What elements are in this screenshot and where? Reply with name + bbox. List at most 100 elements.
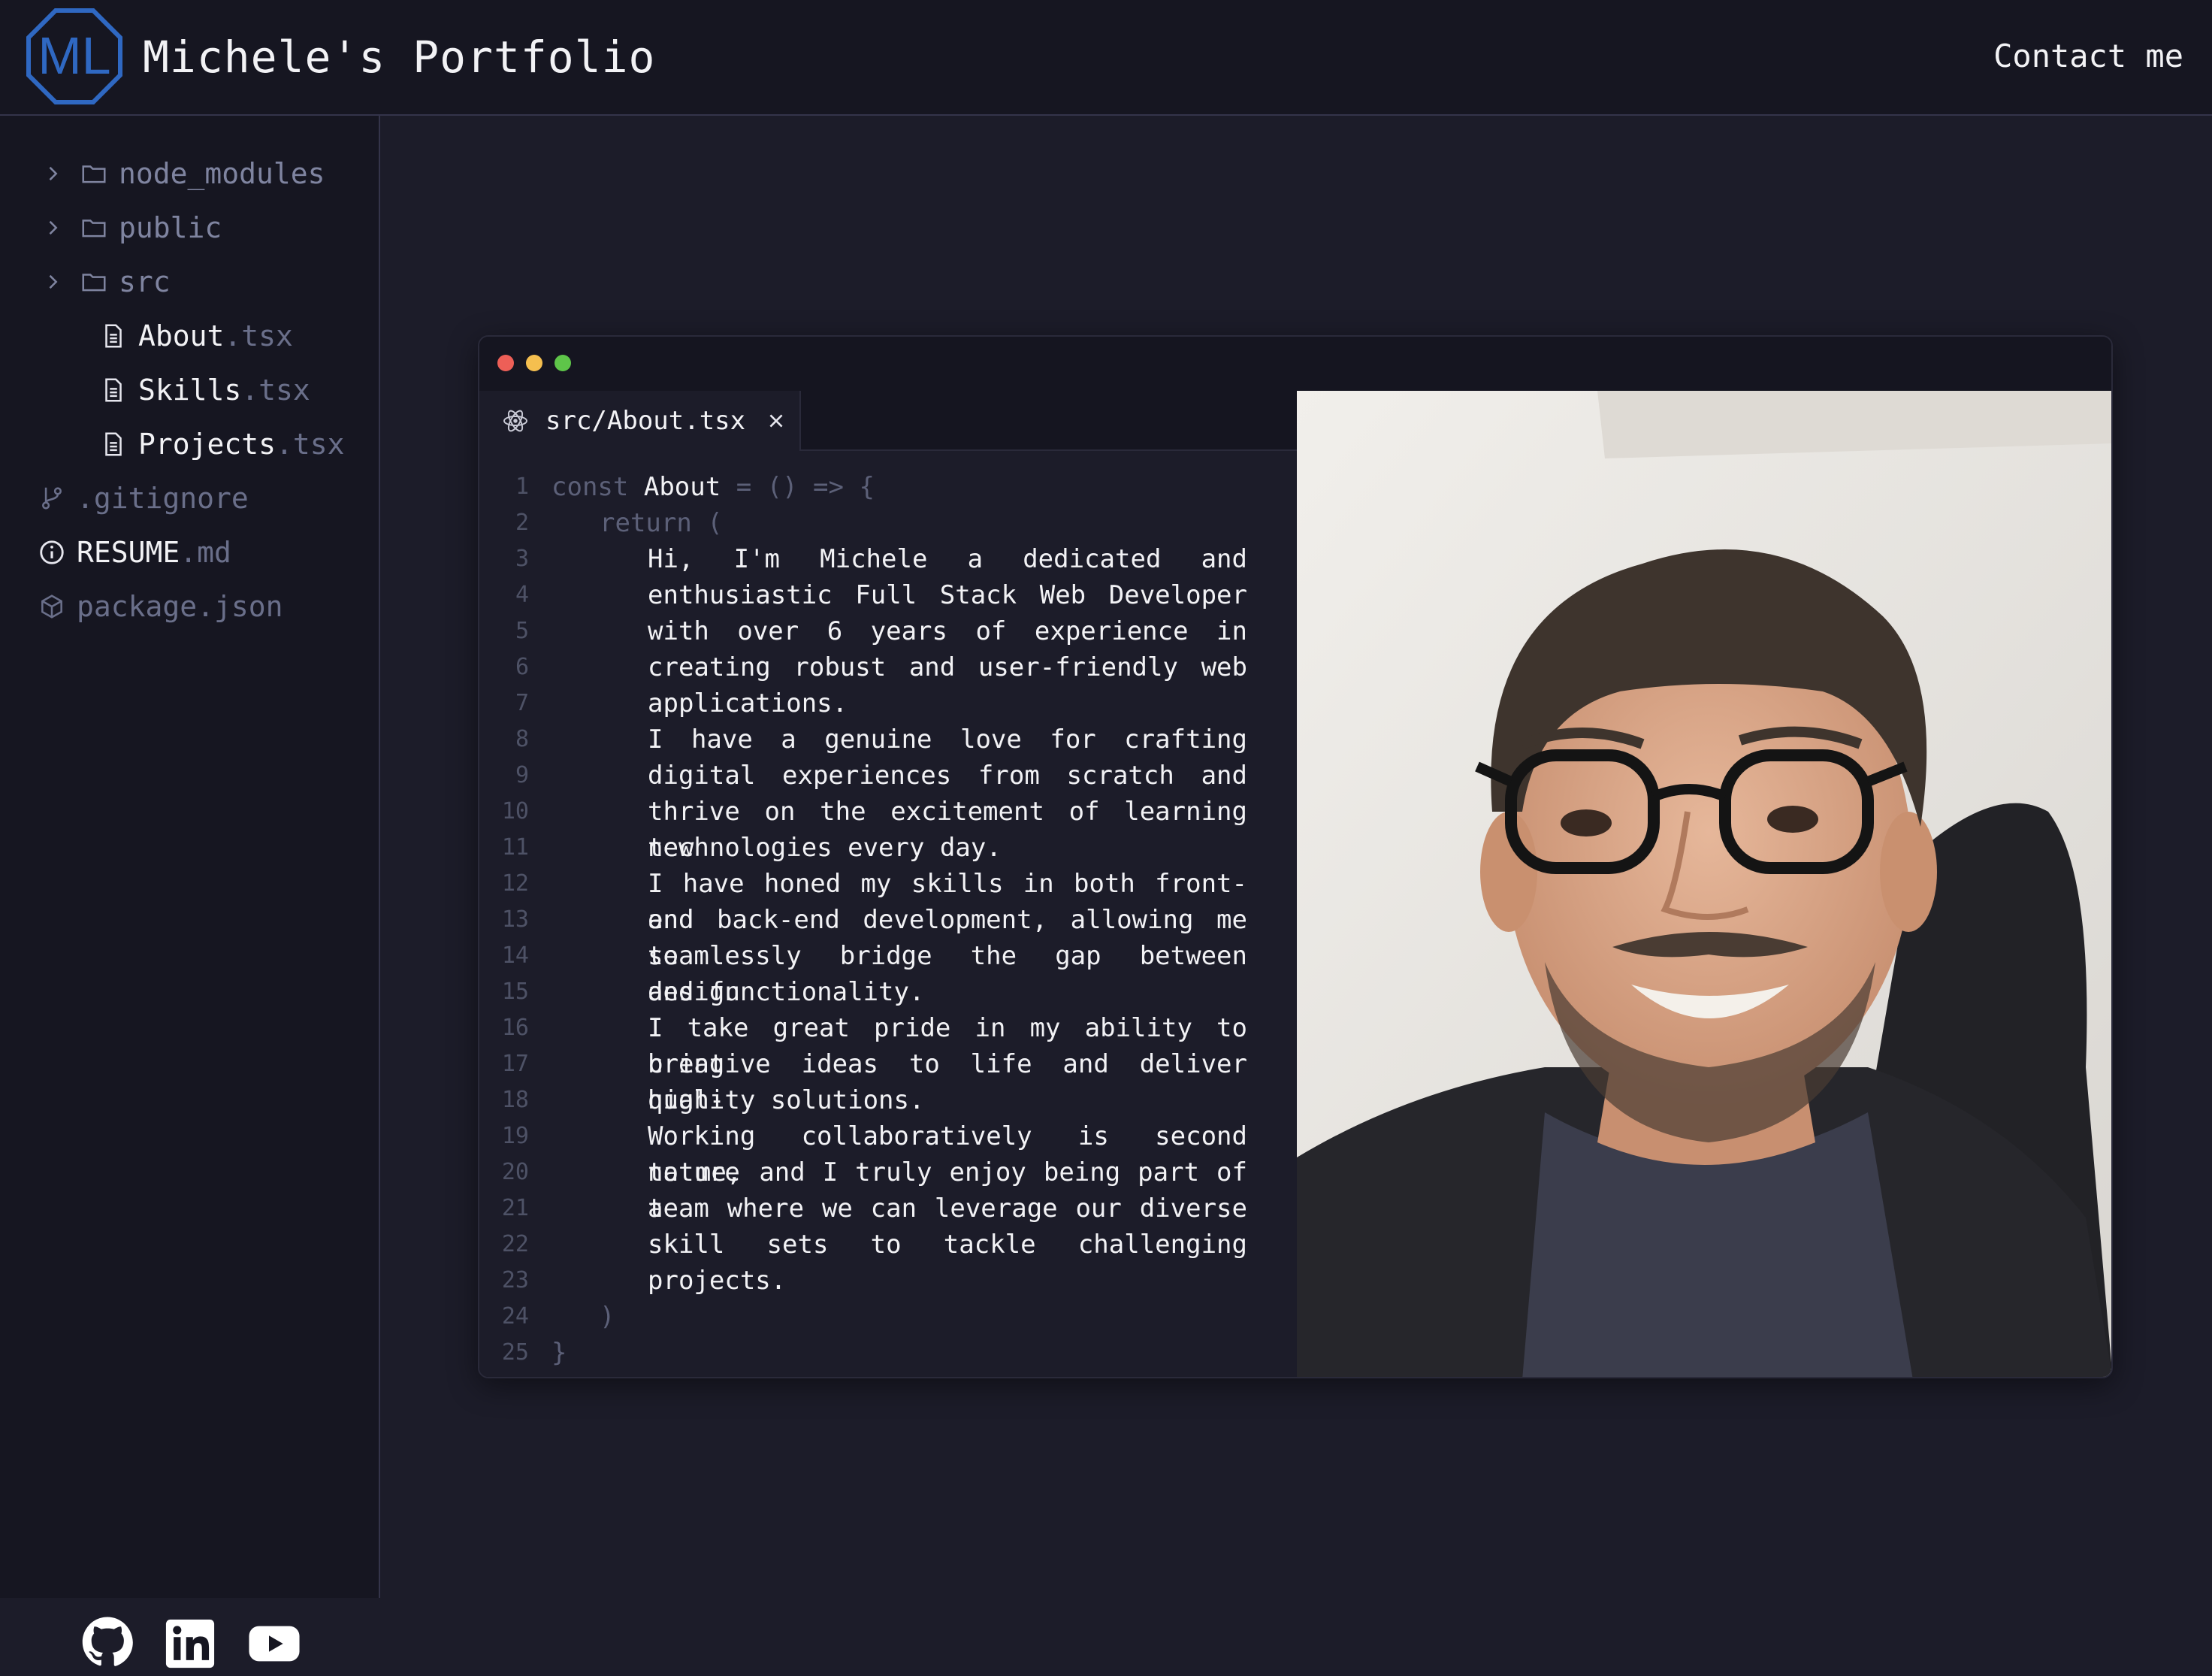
line-number: 11 bbox=[501, 834, 529, 861]
code-line: skill sets to tackle challenging bbox=[648, 1230, 1247, 1260]
line-number: 23 bbox=[501, 1267, 529, 1293]
file-name: About bbox=[138, 319, 225, 352]
file-name: Skills bbox=[138, 374, 242, 407]
tab-bar: src/About.tsx bbox=[479, 391, 1297, 451]
code-identifier: About bbox=[643, 472, 721, 502]
code-line: return ( bbox=[600, 508, 723, 538]
chevron-right-icon bbox=[49, 274, 58, 289]
maximize-window-dot[interactable] bbox=[555, 355, 571, 371]
file-icon bbox=[105, 378, 122, 402]
chevron-right-icon bbox=[49, 166, 58, 181]
line-number: 15 bbox=[501, 979, 529, 1005]
code-line: const About = () => { bbox=[551, 469, 875, 505]
line-number: 25 bbox=[501, 1339, 529, 1366]
top-header: ML Michele's Portfolio Contact me bbox=[0, 0, 2212, 116]
file-name: .gitignore bbox=[77, 482, 249, 515]
folder-node-modules[interactable]: node_modules bbox=[42, 150, 325, 198]
file-package-json[interactable]: package.json bbox=[38, 582, 283, 631]
folder-icon bbox=[82, 274, 106, 292]
folder-label: src bbox=[119, 265, 171, 298]
code-line: with over 6 years of experience in bbox=[648, 616, 1247, 646]
code-line: digital experiences from scratch and bbox=[648, 761, 1247, 791]
youtube-icon[interactable] bbox=[248, 1617, 301, 1670]
folder-icon bbox=[82, 165, 106, 183]
line-number: 12 bbox=[501, 870, 529, 897]
file-skills[interactable]: Skills .tsx bbox=[99, 366, 310, 414]
github-icon[interactable] bbox=[81, 1616, 134, 1668]
contact-link[interactable]: Contact me bbox=[1993, 33, 2183, 80]
line-number: 22 bbox=[501, 1231, 529, 1257]
code-line: I have a genuine love for crafting bbox=[648, 725, 1247, 755]
file-extension: .tsx bbox=[276, 428, 345, 461]
line-number: 7 bbox=[515, 690, 529, 716]
code-line: applications. bbox=[648, 688, 848, 719]
portrait-illustration bbox=[1297, 391, 2111, 1377]
file-extension: .md bbox=[180, 536, 231, 569]
info-icon bbox=[40, 540, 64, 564]
chevron-right-icon bbox=[49, 220, 58, 235]
profile-photo bbox=[1297, 391, 2111, 1377]
code-line: enthusiastic Full Stack Web Developer bbox=[648, 580, 1247, 610]
line-number: 3 bbox=[515, 546, 529, 572]
line-number: 9 bbox=[515, 762, 529, 788]
code-keyword: const bbox=[551, 472, 629, 502]
code-line: creating robust and user-friendly web bbox=[648, 652, 1247, 682]
file-name: RESUME bbox=[77, 536, 180, 569]
folder-icon bbox=[82, 219, 106, 237]
close-icon[interactable] bbox=[766, 411, 786, 431]
file-explorer-sidebar: node_modules public src About .tsx Skills… bbox=[0, 116, 380, 1668]
line-number: 6 bbox=[515, 654, 529, 680]
line-number: 19 bbox=[501, 1123, 529, 1149]
line-number: 2 bbox=[515, 510, 529, 536]
git-branch-icon bbox=[42, 487, 62, 510]
code-line: projects. bbox=[648, 1266, 787, 1296]
code-line: team where we can leverage our diverse bbox=[648, 1193, 1247, 1224]
line-number: 14 bbox=[501, 942, 529, 969]
line-number: 18 bbox=[501, 1087, 529, 1113]
package-icon bbox=[41, 594, 62, 619]
window-titlebar bbox=[479, 337, 2111, 391]
line-number: 21 bbox=[501, 1195, 529, 1221]
close-window-dot[interactable] bbox=[497, 355, 514, 371]
minimize-window-dot[interactable] bbox=[526, 355, 542, 371]
line-number: 4 bbox=[515, 582, 529, 608]
code-editor[interactable]: 1 2 3 4 5 6 7 8 9 10 11 12 13 14 15 16 1… bbox=[479, 451, 1297, 1377]
ml-logo-icon[interactable]: ML bbox=[24, 8, 125, 105]
folder-label: node_modules bbox=[119, 157, 325, 190]
folder-label: public bbox=[119, 211, 222, 244]
file-name: package.json bbox=[77, 590, 283, 623]
social-links bbox=[0, 1616, 380, 1676]
code-line: quality solutions. bbox=[648, 1085, 925, 1115]
file-name: Projects bbox=[138, 428, 276, 461]
react-icon bbox=[503, 410, 527, 432]
file-about[interactable]: About .tsx bbox=[99, 312, 293, 360]
line-number: 10 bbox=[501, 798, 529, 824]
code-line: } bbox=[551, 1338, 567, 1368]
code-line: and functionality. bbox=[648, 977, 925, 1007]
linkedin-icon[interactable] bbox=[164, 1617, 216, 1670]
code-punctuation: = () => { bbox=[736, 472, 875, 502]
file-extension: .tsx bbox=[241, 374, 310, 407]
tab-about[interactable]: src/About.tsx bbox=[479, 391, 801, 451]
file-icon bbox=[105, 432, 122, 456]
line-number: 20 bbox=[501, 1159, 529, 1185]
folder-public[interactable]: public bbox=[42, 204, 222, 252]
code-line: Hi, I'm Michele a dedicated and bbox=[648, 544, 1247, 574]
file-gitignore[interactable]: .gitignore bbox=[38, 474, 249, 522]
folder-src[interactable]: src bbox=[42, 258, 171, 306]
file-resume[interactable]: RESUME .md bbox=[38, 528, 231, 576]
file-projects[interactable]: Projects .tsx bbox=[99, 420, 345, 468]
line-number: 5 bbox=[515, 618, 529, 644]
line-number: 13 bbox=[501, 906, 529, 933]
line-number: 16 bbox=[501, 1015, 529, 1041]
file-icon bbox=[105, 324, 122, 348]
code-line: technologies every day. bbox=[648, 833, 1002, 863]
line-number: 1 bbox=[515, 473, 529, 500]
tab-label: src/About.tsx bbox=[545, 406, 746, 436]
line-number: 17 bbox=[501, 1051, 529, 1077]
site-title: Michele's Portfolio bbox=[143, 32, 656, 83]
code-line: ) bbox=[600, 1302, 615, 1332]
line-number: 24 bbox=[501, 1303, 529, 1330]
file-extension: .tsx bbox=[224, 319, 293, 352]
logo-text: ML bbox=[38, 26, 110, 85]
